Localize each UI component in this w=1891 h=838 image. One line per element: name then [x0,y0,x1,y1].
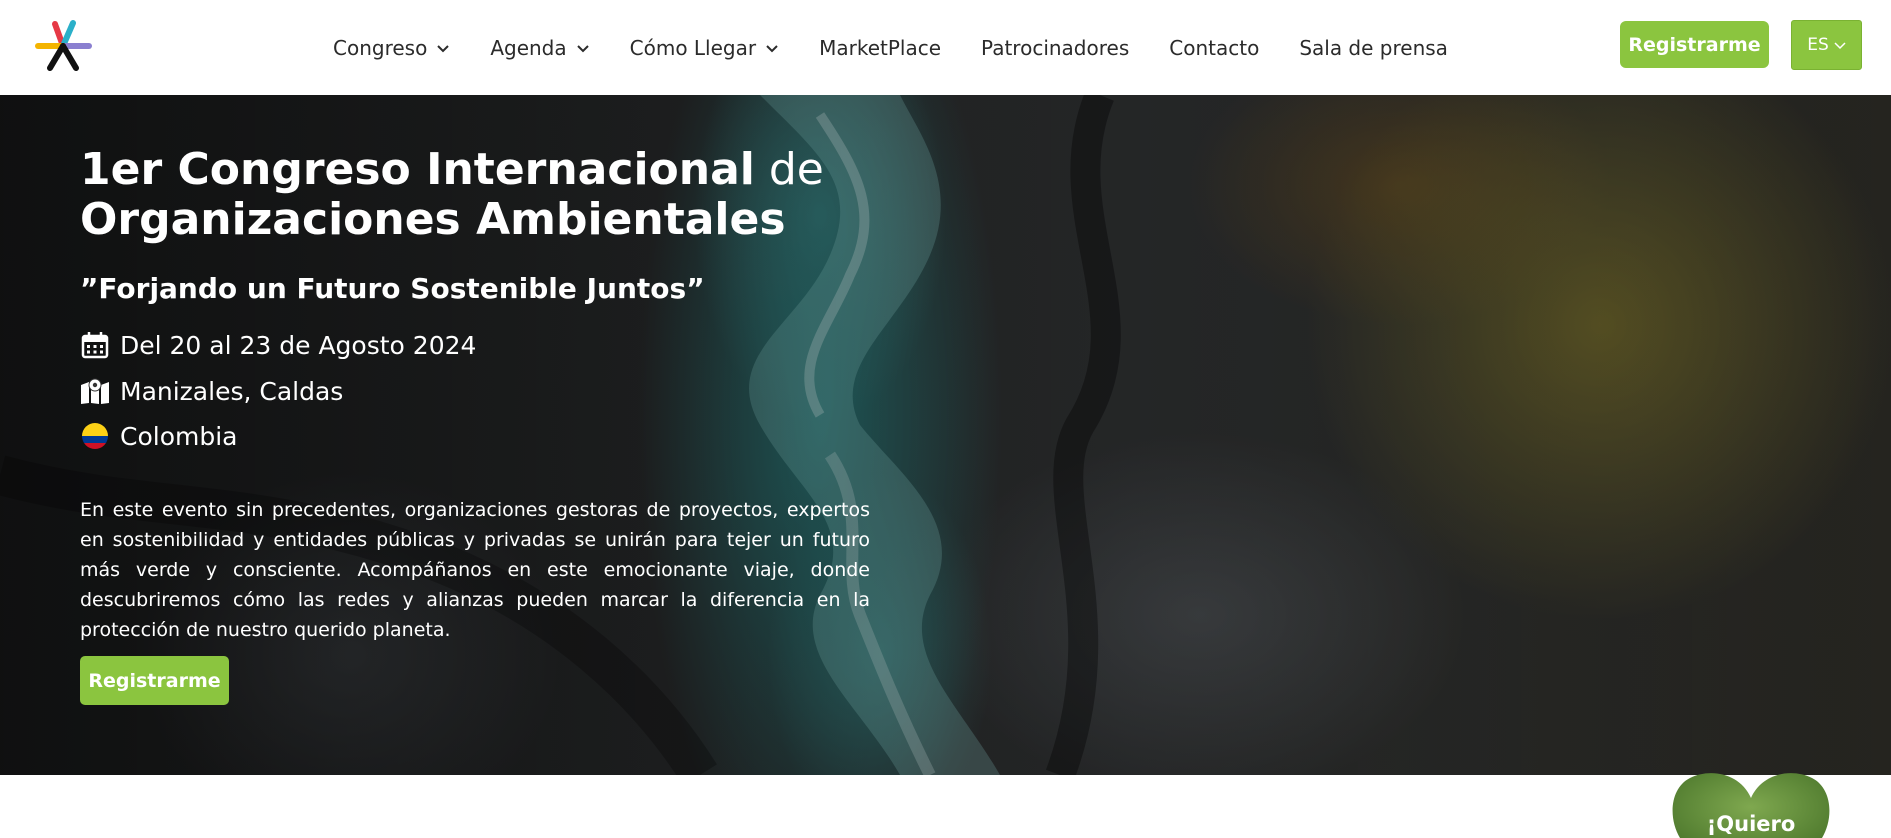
event-country: Colombia [80,421,237,451]
calendar-icon [80,330,110,360]
event-country-text: Colombia [120,421,238,451]
nav-item-label: MarketPlace [819,35,942,60]
hero-banner: 1er Congreso Internacional de Organizaci… [0,95,1891,775]
title-part-bold: 1er Congreso Internacional [80,144,755,195]
nav-item-label: Sala de prensa [1299,35,1448,60]
register-button-hero[interactable]: Registrarme [80,656,229,705]
nav-item-agenda[interactable]: Agenda [490,36,589,60]
nav-item-label: Contacto [1169,35,1260,60]
nav-item-label: Cómo Llegar [629,35,757,60]
main-nav: Congreso Agenda Cómo Llegar MarketPlace … [333,0,1488,95]
event-date-text: Del 20 al 23 de Agosto 2024 [120,330,477,360]
event-description: En este evento sin precedentes, organiza… [80,499,870,641]
event-location: Manizales, Caldas [80,376,343,406]
title-part-light: de [754,144,824,195]
nav-item-label: Agenda [490,35,567,60]
page-title: 1er Congreso Internacional de Organizaci… [80,145,824,245]
nav-item-label: Patrocinadores [981,35,1130,60]
chevron-down-icon [1834,42,1846,50]
language-selector[interactable]: ES [1791,20,1862,70]
nav-item-contacto[interactable]: Contacto [1169,36,1259,60]
nav-item-congreso[interactable]: Congreso [333,36,450,60]
language-label: ES [1807,35,1829,55]
map-pin-icon [80,376,110,406]
site-header: Congreso Agenda Cómo Llegar MarketPlace … [0,0,1891,95]
register-button-header[interactable]: Registrarme [1620,21,1769,68]
hero-subtitle: ”Forjando un Futuro Sostenible Juntos” [80,272,705,305]
want-cta-label[interactable]: ¡Quiero [1670,812,1832,836]
event-city-text: Manizales, Caldas [120,376,344,406]
nav-item-sala-de-prensa[interactable]: Sala de prensa [1299,36,1448,60]
colombia-flag-icon [80,421,110,451]
nav-item-patrocinadores[interactable]: Patrocinadores [981,36,1129,60]
nav-item-marketplace[interactable]: MarketPlace [819,36,941,60]
event-date: Del 20 al 23 de Agosto 2024 [80,330,476,360]
chevron-down-icon [766,44,778,52]
congress-logo[interactable] [34,20,92,72]
chevron-down-icon [437,44,450,52]
chevron-down-icon [576,44,589,52]
nav-item-label: Congreso [333,35,428,60]
nav-item-como-llegar[interactable]: Cómo Llegar [630,36,779,60]
title-part-bold-second-line: Organizaciones Ambientales [80,194,786,245]
